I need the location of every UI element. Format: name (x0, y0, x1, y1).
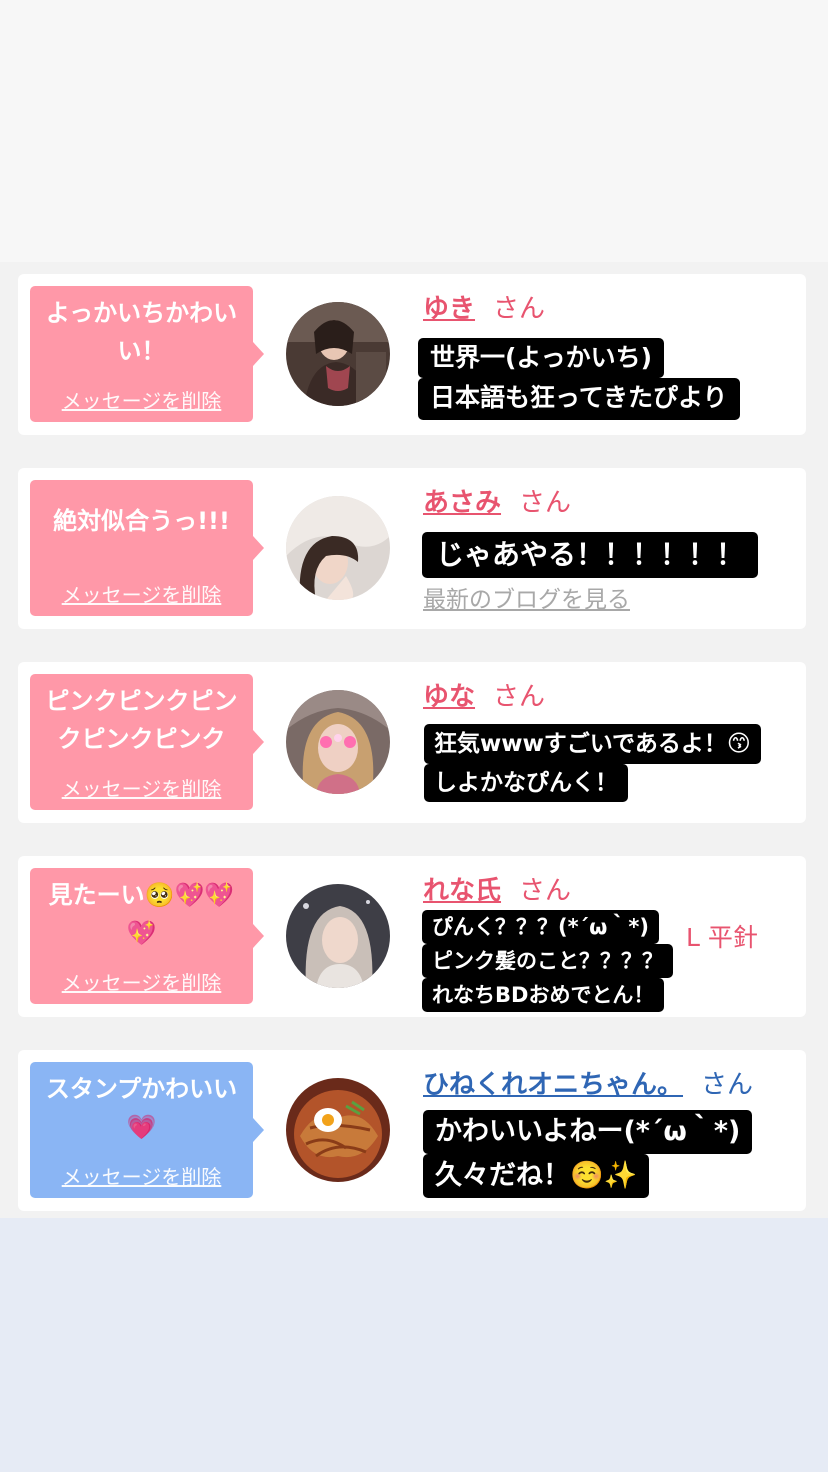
avatar[interactable] (286, 496, 390, 600)
user-name-link[interactable]: れな氏 (423, 876, 501, 906)
sticker-text: 久々だね！☺️✨ (423, 1154, 650, 1198)
delete-message-link[interactable]: メッセージを削除 (30, 1161, 253, 1190)
user-name-row: ゆき さん (423, 288, 545, 325)
top-blank-area (0, 0, 828, 262)
user-name-link[interactable]: ゆき (423, 294, 475, 324)
partial-profile-text: L 平針 (686, 923, 758, 952)
avatar[interactable] (286, 884, 390, 988)
message-card: よっかいちかわいい！ メッセージを削除 ゆき さん 世界一(よっかいち) 日本語も… (18, 274, 806, 435)
honorific: さん (493, 682, 546, 712)
sticker-text: 世界一(よっかいち) (418, 338, 665, 378)
honorific: さん (493, 294, 546, 324)
user-name-link[interactable]: ゆな (423, 682, 475, 712)
message-text: よっかいちかわいい！ (45, 299, 238, 365)
message-text: ピンクピンクピンクピンクピンク (45, 687, 238, 753)
user-name-row: ゆな さん (423, 676, 545, 713)
sticker-text: ぴんく？？？(*´ω｀*) (422, 910, 659, 944)
avatar[interactable] (286, 1078, 390, 1182)
avatar[interactable] (286, 690, 390, 794)
sticker-text: しよかなぴんく！ (424, 764, 628, 802)
avatar[interactable] (286, 302, 390, 406)
user-name-row: あさみ さん (423, 482, 571, 519)
honorific: さん (519, 876, 572, 906)
message-text: スタンプかわいい💗 (45, 1075, 238, 1141)
message-card: スタンプかわいい💗 メッセージを削除 ひねくれオニちゃん。 さん かわいいよねー(… (18, 1050, 806, 1211)
message-bubble: スタンプかわいい💗 メッセージを削除 (30, 1062, 264, 1198)
user-name-link[interactable]: あさみ (423, 488, 501, 518)
delete-message-link[interactable]: メッセージを削除 (30, 967, 253, 996)
message-text: 絶対似合うっ!!! (53, 507, 230, 535)
message-card: 絶対似合うっ!!! メッセージを削除 あさみ さん 最新のブログを見る じゃあやる… (18, 468, 806, 629)
message-bubble: 絶対似合うっ!!! メッセージを削除 (30, 480, 264, 616)
bottom-blank-area (0, 1218, 828, 1472)
user-name-row: ひねくれオニちゃん。 さん (423, 1064, 753, 1101)
message-bubble: ピンクピンクピンクピンクピンク メッセージを削除 (30, 674, 264, 810)
sticker-text: 日本語も狂ってきたぴより (418, 378, 740, 420)
message-text: 見たーい🥺💖💖💖 (48, 881, 235, 947)
delete-message-link[interactable]: メッセージを削除 (30, 579, 253, 608)
sticker-text: じゃあやる！！！！！！ (422, 532, 759, 578)
delete-message-link[interactable]: メッセージを削除 (30, 773, 253, 802)
message-list: よっかいちかわいい！ メッセージを削除 ゆき さん 世界一(よっかいち) 日本語も… (0, 262, 828, 1218)
message-bubble: 見たーい🥺💖💖💖 メッセージを削除 (30, 868, 264, 1004)
latest-blog-link[interactable]: 最新のブログを見る (423, 580, 630, 614)
honorific: さん (519, 488, 572, 518)
sticker-text: れなちBDおめでとん！ (422, 978, 665, 1012)
sticker-text: 狂気wwwすごいであるよ！😙 (424, 724, 761, 764)
delete-message-link[interactable]: メッセージを削除 (30, 385, 253, 414)
message-bubble: よっかいちかわいい！ メッセージを削除 (30, 286, 264, 422)
sticker-text: ピンク髪のこと？？？？ (422, 944, 673, 978)
sticker-text: かわいいよねー(*´ω｀*) (423, 1110, 753, 1154)
message-card: ピンクピンクピンクピンクピンク メッセージを削除 ゆな さん 狂気wwwすごいであ… (18, 662, 806, 823)
user-name-row: れな氏 さん (423, 870, 571, 907)
message-card: 見たーい🥺💖💖💖 メッセージを削除 れな氏 さん L 平針 ぴんく？？？(*´ω｀… (18, 856, 806, 1017)
user-name-link[interactable]: ひねくれオニちゃん。 (423, 1070, 683, 1100)
honorific: さん (701, 1070, 754, 1100)
